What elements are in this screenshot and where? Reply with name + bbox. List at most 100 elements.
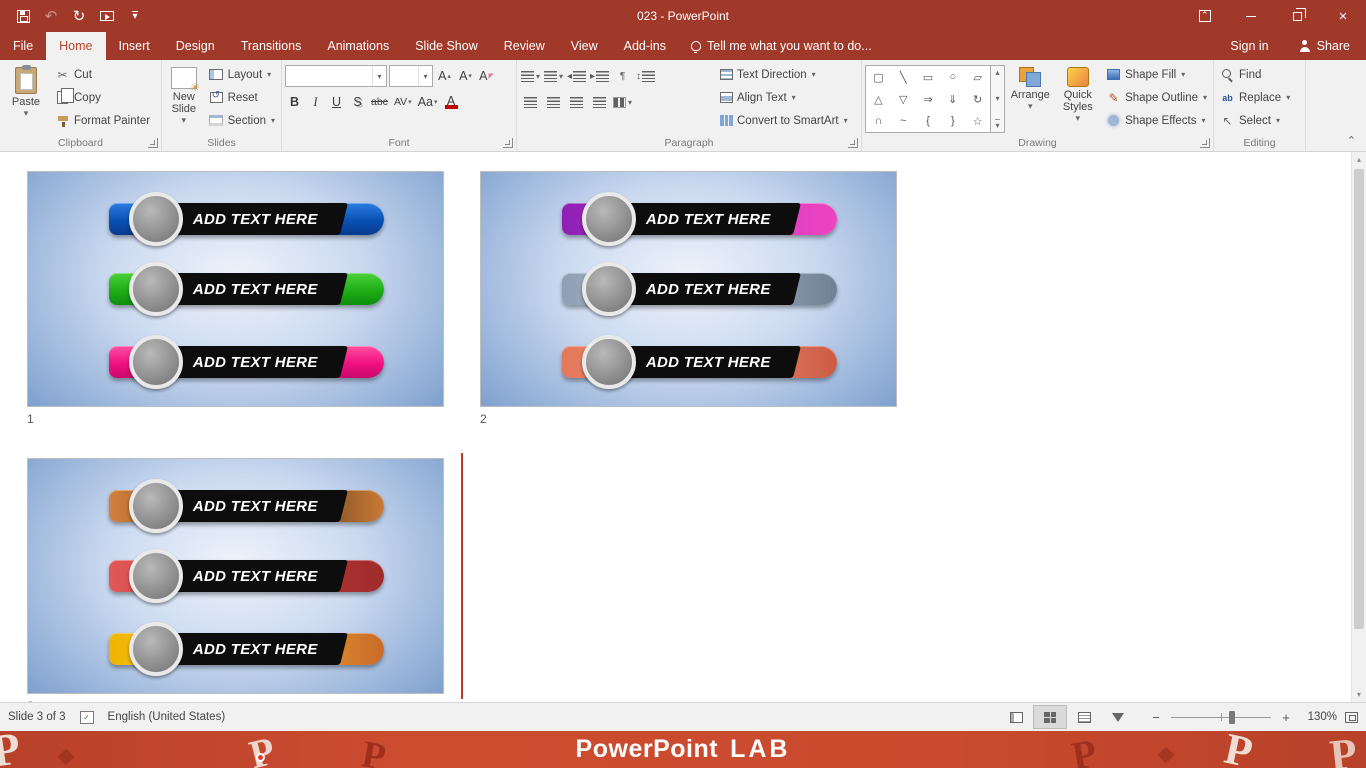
slide-thumbnail-3[interactable]: ADD TEXT HERE ADD TEXT HERE ADD TEXT HERE <box>27 458 444 694</box>
shapes-scroll-up-icon[interactable]: ▴ <box>995 68 999 77</box>
spell-check-icon[interactable]: ✓ <box>79 710 94 724</box>
strikethrough-button[interactable]: abc <box>369 92 390 113</box>
tab-review[interactable]: Review <box>491 32 558 60</box>
convert-to-smartart-button[interactable]: Convert to SmartArt ▾ <box>718 109 850 132</box>
font-color-button[interactable]: A <box>442 92 461 113</box>
shape-effects-button[interactable]: Shape Effects ▾ <box>1103 109 1210 132</box>
align-left-button[interactable] <box>520 92 541 113</box>
vertical-scrollbar[interactable]: ▴ ▾ <box>1351 152 1366 702</box>
slide-thumbnail-2[interactable]: ADD TEXT HERE ADD TEXT HERE ADD TEXT HERE <box>480 171 897 407</box>
text-direction-button[interactable]: Text Direction ▾ <box>718 63 850 86</box>
align-center-button[interactable] <box>543 92 564 113</box>
copy-button[interactable]: Copy <box>52 86 153 109</box>
font-dialog-launcher[interactable] <box>503 138 513 148</box>
format-painter-button[interactable]: Format Painter <box>52 109 153 132</box>
shape-line-icon[interactable]: ╲ <box>900 71 907 84</box>
section-button[interactable]: Section ▾ <box>206 109 278 132</box>
shapes-more-icon[interactable]: ▾ <box>995 119 1000 130</box>
slide-sorter-workspace[interactable]: ADD TEXT HERE ADD TEXT HERE ADD TEXT HERE 1… <box>0 152 1366 702</box>
tab-design[interactable]: Design <box>163 32 228 60</box>
collapse-ribbon-button[interactable]: ⌃ <box>1347 134 1356 147</box>
minimize-button[interactable] <box>1228 0 1274 32</box>
bullets-button[interactable]: ▾ <box>520 66 541 87</box>
align-text-button[interactable]: Align Text ▾ <box>718 86 850 109</box>
undo-button[interactable]: ↶ <box>38 3 64 29</box>
new-slide-button[interactable]: New Slide ▾ <box>165 63 203 134</box>
shape-arrow-down-icon[interactable]: ⇓ <box>948 93 957 106</box>
cut-button[interactable]: ✂ Cut <box>52 63 153 86</box>
scroll-up-arrow-icon[interactable]: ▴ <box>1352 152 1366 167</box>
shape-triangle-down-icon[interactable]: ▽ <box>899 93 907 106</box>
shape-star-icon[interactable]: ☆ <box>973 115 983 128</box>
columns-button[interactable]: ▾ <box>612 92 633 113</box>
character-spacing-button[interactable]: AV ▾ <box>392 92 414 113</box>
shape-select-icon[interactable]: ▢ <box>873 71 883 84</box>
shape-arrow-right-icon[interactable]: ⇒ <box>923 93 932 106</box>
language-indicator[interactable]: English (United States) <box>108 711 226 723</box>
shape-right-brace-icon[interactable]: } <box>951 115 955 127</box>
zoom-level[interactable]: 130% <box>1301 711 1337 723</box>
redo-button[interactable]: ↻ <box>66 3 92 29</box>
zoom-out-button[interactable]: − <box>1149 710 1163 725</box>
customize-qat-button[interactable]: ▾ <box>122 3 148 29</box>
underline-button[interactable]: U <box>327 92 346 113</box>
decrease-font-size-button[interactable]: A ▾ <box>456 66 475 87</box>
clipboard-dialog-launcher[interactable] <box>148 138 158 148</box>
font-size-combobox[interactable]: ▾ <box>389 65 433 87</box>
save-button[interactable] <box>10 3 36 29</box>
slide-show-button[interactable] <box>1101 705 1135 729</box>
shape-arc-icon[interactable]: ∩ <box>874 115 882 127</box>
tab-add-ins[interactable]: Add-ins <box>611 32 679 60</box>
shape-triangle-icon[interactable]: △ <box>874 93 882 106</box>
tab-slide-show[interactable]: Slide Show <box>402 32 491 60</box>
scroll-down-arrow-icon[interactable]: ▾ <box>1352 687 1366 702</box>
increase-font-size-button[interactable]: A ▴ <box>435 66 454 87</box>
shape-left-brace-icon[interactable]: { <box>926 115 930 127</box>
reset-button[interactable]: Reset <box>206 86 278 109</box>
tab-animations[interactable]: Animations <box>314 32 402 60</box>
text-shadow-button[interactable]: S <box>348 92 367 113</box>
shape-ellipse-icon[interactable]: ○ <box>949 71 956 83</box>
slide-thumbnail-1[interactable]: ADD TEXT HERE ADD TEXT HERE ADD TEXT HERE <box>27 171 444 407</box>
shape-curve-icon[interactable]: ~ <box>900 115 906 127</box>
shape-circular-arrow-icon[interactable]: ↻ <box>973 93 982 106</box>
fit-to-window-button[interactable] <box>1345 711 1358 723</box>
replace-button[interactable]: ab Replace ▾ <box>1217 86 1293 109</box>
find-button[interactable]: Find <box>1217 63 1293 86</box>
text-direction-ltr-button[interactable]: ¶ <box>612 66 633 87</box>
paste-button[interactable]: Paste ▾ <box>3 63 49 134</box>
normal-view-button[interactable] <box>999 705 1033 729</box>
share-button[interactable]: Share <box>1283 32 1366 60</box>
close-button[interactable]: × <box>1320 0 1366 32</box>
drawing-dialog-launcher[interactable] <box>1200 138 1210 148</box>
ribbon-display-options-button[interactable] <box>1182 0 1228 32</box>
tab-insert[interactable]: Insert <box>106 32 163 60</box>
font-name-combobox[interactable]: ▾ <box>285 65 387 87</box>
shape-parallelogram-icon[interactable]: ▱ <box>973 71 981 84</box>
shape-outline-button[interactable]: ✎ Shape Outline ▾ <box>1103 86 1210 109</box>
line-spacing-button[interactable]: ↕ <box>635 66 656 87</box>
tab-view[interactable]: View <box>558 32 611 60</box>
align-right-button[interactable] <box>566 92 587 113</box>
zoom-slider-thumb[interactable] <box>1229 710 1235 724</box>
paragraph-dialog-launcher[interactable] <box>848 138 858 148</box>
maximize-button[interactable] <box>1274 0 1320 32</box>
quick-styles-button[interactable]: Quick Styles ▾ <box>1056 63 1101 134</box>
shapes-scroll-down-icon[interactable]: ▾ <box>995 94 999 103</box>
decrease-indent-button[interactable]: ◂ <box>566 66 587 87</box>
italic-button[interactable]: I <box>306 92 325 113</box>
reading-view-button[interactable] <box>1067 705 1101 729</box>
shape-rectangle-icon[interactable]: ▭ <box>923 71 933 84</box>
shapes-gallery[interactable]: ▢ ╲ ▭ ○ ▱ △ ▽ ⇒ ⇓ ↻ ∩ ~ { } ☆ ▴ ▾ ▾ <box>865 63 1005 134</box>
shape-fill-button[interactable]: Shape Fill ▾ <box>1103 63 1210 86</box>
arrange-button[interactable]: Arrange ▾ <box>1008 63 1053 134</box>
tab-transitions[interactable]: Transitions <box>228 32 315 60</box>
select-button[interactable]: ↖ Select ▾ <box>1217 109 1293 132</box>
zoom-slider[interactable] <box>1171 710 1271 724</box>
start-from-beginning-button[interactable] <box>94 3 120 29</box>
layout-button[interactable]: Layout ▾ <box>206 63 278 86</box>
increase-indent-button[interactable]: ▸ <box>589 66 610 87</box>
clear-formatting-button[interactable]: A ◤ <box>477 66 496 87</box>
zoom-in-button[interactable]: + <box>1279 710 1293 725</box>
change-case-button[interactable]: Aa ▾ <box>416 92 440 113</box>
